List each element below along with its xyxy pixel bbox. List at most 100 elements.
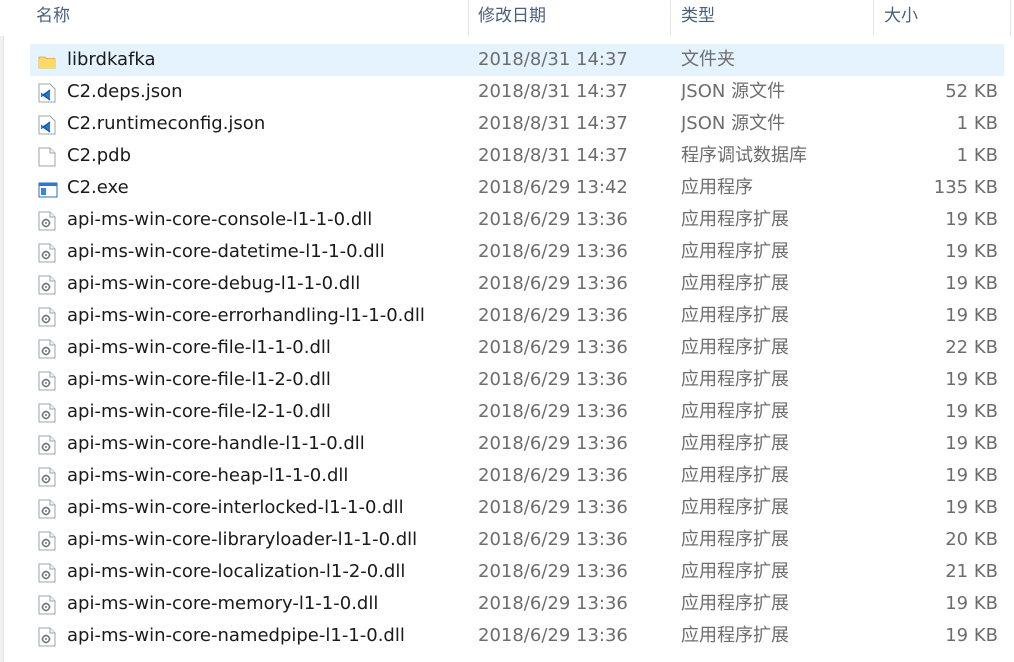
column-header-type[interactable]: 类型	[671, 0, 873, 36]
file-row[interactable]: api-ms-win-core-file-l1-1-0.dll 2018/6/29…	[0, 332, 1014, 364]
file-name: C2.runtimeconfig.json	[67, 113, 266, 134]
file-size: 19 KB	[945, 241, 998, 262]
file-type: 应用程序扩展	[681, 529, 789, 550]
column-header-bar: 名称 修改日期 类型 ^ 大小	[0, 0, 1014, 36]
file-type: 应用程序扩展	[681, 497, 789, 518]
file-name: api-ms-win-core-errorhandling-l1-1-0.dll	[67, 305, 425, 326]
file-type: 应用程序扩展	[681, 561, 789, 582]
file-type: 应用程序扩展	[681, 273, 789, 294]
file-size: 19 KB	[945, 497, 998, 518]
file-size: 20 KB	[945, 529, 998, 550]
file-type: 应用程序扩展	[681, 305, 789, 326]
file-name: C2.deps.json	[67, 81, 183, 102]
file-type: 应用程序扩展	[681, 369, 789, 390]
file-size: 19 KB	[945, 401, 998, 422]
file-name: api-ms-win-core-file-l1-1-0.dll	[67, 337, 331, 358]
modified-date: 2018/8/31 14:37	[478, 113, 628, 134]
file-row[interactable]: C2.runtimeconfig.json 2018/8/31 14:37 JSON…	[0, 108, 1014, 140]
file-name: api-ms-win-core-console-l1-1-0.dll	[67, 209, 373, 230]
file-type: 应用程序扩展	[681, 593, 789, 614]
file-type: 应用程序扩展	[681, 209, 789, 230]
file-size: 19 KB	[945, 625, 998, 646]
file-row[interactable]: api-ms-win-core-file-l2-1-0.dll 2018/6/29…	[0, 396, 1014, 428]
folder-row[interactable]: librdkafka 2018/8/31 14:37 文件夹	[0, 44, 1014, 76]
file-size: 19 KB	[945, 465, 998, 486]
file-type: 应用程序扩展	[681, 337, 789, 358]
modified-date: 2018/8/31 14:37	[478, 145, 628, 166]
file-size: 1 KB	[956, 145, 998, 166]
modified-date: 2018/6/29 13:36	[478, 529, 628, 550]
file-name: api-ms-win-core-file-l2-1-0.dll	[67, 401, 331, 422]
modified-date: 2018/6/29 13:36	[478, 433, 628, 454]
file-size	[880, 44, 998, 76]
dll-gear-icon	[38, 460, 60, 492]
file-row[interactable]: api-ms-win-core-handle-l1-1-0.dll 2018/6/…	[0, 428, 1014, 460]
file-size: 21 KB	[945, 561, 998, 582]
column-header-size[interactable]: 大小	[874, 0, 1014, 36]
column-header-name[interactable]: 名称	[26, 0, 468, 36]
file-type: 应用程序扩展	[681, 465, 789, 486]
file-size: 19 KB	[945, 593, 998, 614]
dll-gear-icon	[38, 524, 60, 556]
file-row[interactable]: api-ms-win-core-localization-l1-2-0.dll 2…	[0, 556, 1014, 588]
dll-gear-icon	[38, 492, 60, 524]
dll-gear-icon	[38, 204, 60, 236]
file-name: api-ms-win-core-interlocked-l1-1-0.dll	[67, 497, 404, 518]
file-name: C2.exe	[67, 177, 129, 198]
file-row[interactable]: api-ms-win-core-file-l1-2-0.dll 2018/6/29…	[0, 364, 1014, 396]
modified-date: 2018/6/29 13:42	[478, 177, 628, 198]
column-divider[interactable]	[1010, 0, 1011, 36]
vscode-json-icon	[38, 108, 60, 140]
file-name: api-ms-win-core-namedpipe-l1-1-0.dll	[67, 625, 405, 646]
file-row[interactable]: C2.pdb 2018/8/31 14:37 程序调试数据库 1 KB	[0, 140, 1014, 172]
file-name: C2.pdb	[67, 145, 132, 166]
file-row[interactable]: api-ms-win-core-heap-l1-1-0.dll 2018/6/29…	[0, 460, 1014, 492]
file-row[interactable]: api-ms-win-core-namedpipe-l1-1-0.dll 2018…	[0, 620, 1014, 652]
file-row[interactable]: api-ms-win-core-console-l1-1-0.dll 2018/6…	[0, 204, 1014, 236]
dll-gear-icon	[38, 556, 60, 588]
file-name: api-ms-win-core-file-l1-2-0.dll	[67, 369, 331, 390]
file-row[interactable]: api-ms-win-core-datetime-l1-1-0.dll 2018/…	[0, 236, 1014, 268]
dll-gear-icon	[38, 428, 60, 460]
file-explorer-view: 名称 修改日期 类型 ^ 大小 librdkafka 2018/8/31 14:3…	[0, 0, 1014, 662]
exe-window-icon	[38, 172, 60, 204]
modified-date: 2018/6/29 13:36	[478, 369, 628, 390]
file-name: api-ms-win-core-debug-l1-1-0.dll	[67, 273, 361, 294]
dll-gear-icon	[38, 268, 60, 300]
file-row[interactable]: api-ms-win-core-interlocked-l1-1-0.dll 20…	[0, 492, 1014, 524]
file-type: 文件夹	[681, 49, 735, 70]
file-row[interactable]: api-ms-win-core-debug-l1-1-0.dll 2018/6/2…	[0, 268, 1014, 300]
file-type: JSON 源文件	[681, 113, 786, 134]
modified-date: 2018/6/29 13:36	[478, 337, 628, 358]
modified-date: 2018/6/29 13:36	[478, 561, 628, 582]
file-size: 135 KB	[933, 177, 998, 198]
modified-date: 2018/6/29 13:36	[478, 241, 628, 262]
dll-gear-icon	[38, 620, 60, 652]
modified-date: 2018/6/29 13:36	[478, 593, 628, 614]
column-header-date[interactable]: 修改日期	[468, 0, 670, 36]
dll-gear-icon	[38, 236, 60, 268]
file-type: 程序调试数据库	[681, 145, 807, 166]
folder-icon	[38, 44, 60, 76]
file-size: 19 KB	[945, 273, 998, 294]
file-type: 应用程序	[681, 177, 753, 198]
modified-date: 2018/6/29 13:36	[478, 401, 628, 422]
file-row[interactable]: C2.exe 2018/6/29 13:42 应用程序 135 KB	[0, 172, 1014, 204]
modified-date: 2018/6/29 13:36	[478, 497, 628, 518]
file-size: 19 KB	[945, 433, 998, 454]
file-row[interactable]: api-ms-win-core-memory-l1-1-0.dll 2018/6/…	[0, 588, 1014, 620]
file-size: 1 KB	[956, 113, 998, 134]
blank-file-icon	[38, 140, 60, 172]
file-name: api-ms-win-core-libraryloader-l1-1-0.dll	[67, 529, 418, 550]
file-row[interactable]: C2.deps.json 2018/8/31 14:37 JSON 源文件 52 KB	[0, 76, 1014, 108]
file-size: 22 KB	[945, 337, 998, 358]
modified-date: 2018/6/29 13:36	[478, 209, 628, 230]
file-type: 应用程序扩展	[681, 433, 789, 454]
file-row[interactable]: api-ms-win-core-libraryloader-l1-1-0.dll…	[0, 524, 1014, 556]
file-name: api-ms-win-core-memory-l1-1-0.dll	[67, 593, 379, 614]
dll-gear-icon	[38, 332, 60, 364]
file-size: 19 KB	[945, 305, 998, 326]
file-name: api-ms-win-core-datetime-l1-1-0.dll	[67, 241, 385, 262]
file-row[interactable]: api-ms-win-core-errorhandling-l1-1-0.dll…	[0, 300, 1014, 332]
dll-gear-icon	[38, 588, 60, 620]
